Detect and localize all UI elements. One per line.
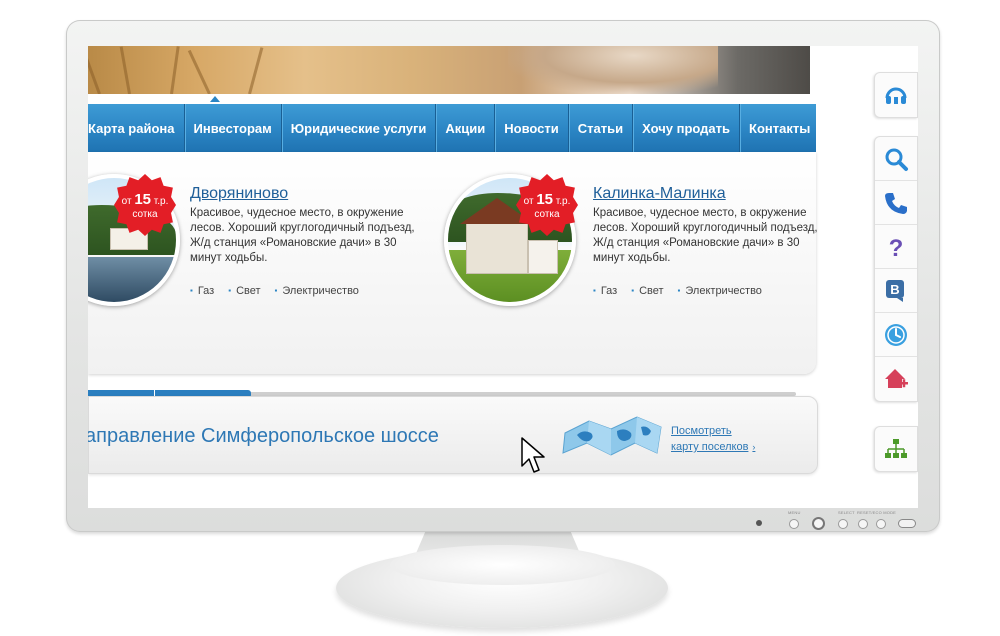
phone-icon <box>885 192 907 214</box>
nav-item-investors[interactable]: Инвесторам <box>185 104 282 152</box>
listing-title[interactable]: Дворяниново <box>190 185 288 203</box>
help-button[interactable]: ? <box>875 225 917 269</box>
header-banner-photo <box>88 46 810 95</box>
photo-house-wing <box>528 240 558 274</box>
nav-item-promotions[interactable]: Акции <box>436 104 496 152</box>
power-led <box>756 520 762 526</box>
listings-panel: от 15 т.р. сотка Дворяниново Красивое, ч… <box>88 152 818 398</box>
power-button[interactable] <box>898 519 916 528</box>
svg-text:B: B <box>890 282 899 297</box>
price-per: сотка <box>132 209 158 220</box>
mouse-cursor-icon <box>521 437 545 473</box>
vk-button[interactable]: B <box>875 269 917 313</box>
banner-person <box>508 46 718 94</box>
nav-active-pointer <box>210 96 220 102</box>
chevron-right-icon: › <box>752 442 756 452</box>
feature-electricity: Электричество <box>275 285 359 297</box>
price-value: 15 <box>536 191 553 208</box>
photo-house <box>466 222 528 274</box>
feature-light: Свет <box>228 285 260 297</box>
listing-description: Красивое, чудесное место, в окружение ле… <box>593 207 818 264</box>
price-prefix: от <box>523 196 534 207</box>
side-toolbar-main: ? B <box>874 136 918 402</box>
nav-tab-strip <box>88 94 298 104</box>
add-property-button[interactable] <box>875 357 917 401</box>
price-line: от 15 т.р. <box>516 191 578 208</box>
side-toolbar-bottom <box>874 426 918 472</box>
vk-icon: B <box>886 279 904 302</box>
monitor-button-4[interactable] <box>858 519 868 529</box>
price-per: сотка <box>534 209 560 220</box>
search-button[interactable] <box>875 137 917 181</box>
feature-gas: Газ <box>190 285 214 297</box>
clock-icon <box>885 323 907 346</box>
nav-item-contacts[interactable]: Контакты <box>740 104 819 152</box>
monitor-stand-top <box>390 545 615 585</box>
select-label: SELECT <box>838 510 855 515</box>
monitor-button-1[interactable] <box>789 519 799 529</box>
price-unit: т.р. <box>153 196 169 207</box>
stage: MENU SELECT RESET/ECO MODE Карта района … <box>0 0 1000 636</box>
monitor-button-3[interactable] <box>838 519 848 529</box>
price-value: 15 <box>134 191 151 208</box>
side-toolbar-top <box>874 72 918 118</box>
direction-bar: аправление Симферопольское шоссе Посмотр… <box>88 396 818 474</box>
price-unit: т.р. <box>555 196 571 207</box>
add-house-icon <box>885 369 908 388</box>
menu-label: MENU <box>788 510 801 515</box>
wheat-stalk <box>119 46 131 95</box>
photo-water <box>88 257 176 302</box>
question-icon: ? <box>889 235 904 260</box>
nav-item-news[interactable]: Новости <box>495 104 569 152</box>
listing-features: Газ Свет Электричество <box>593 285 762 297</box>
view-map-link-line2[interactable]: карту поселков <box>671 441 748 453</box>
wheat-stalk <box>88 48 101 95</box>
world-map-icon[interactable] <box>559 413 665 459</box>
phone-button[interactable] <box>875 181 917 225</box>
feature-gas: Газ <box>593 285 617 297</box>
sitemap-button[interactable] <box>875 427 917 471</box>
feature-electricity: Электричество <box>678 285 762 297</box>
view-map-link-line1[interactable]: Посмотреть <box>671 423 755 439</box>
price-prefix: от <box>121 196 132 207</box>
listing-title[interactable]: Калинка-Малинка <box>593 185 726 203</box>
nav-item-area-map[interactable]: Карта района <box>88 104 185 152</box>
screen: Карта района Инвесторам Юридические услу… <box>88 46 918 508</box>
reset-label: RESET/ECO MODE <box>857 510 897 515</box>
sitemap-icon <box>885 439 907 458</box>
scrollbar-tick <box>154 388 155 396</box>
wheat-stalk <box>187 49 211 95</box>
listing-description: Красивое, чудесное место, в окружение ле… <box>190 207 415 264</box>
view-map-link[interactable]: Посмотреть карту поселков › <box>671 423 755 455</box>
main-nav: Карта района Инвесторам Юридические услу… <box>88 104 816 152</box>
nav-item-legal[interactable]: Юридические услуги <box>282 104 437 152</box>
search-icon <box>885 148 908 171</box>
callback-button[interactable] <box>875 73 917 117</box>
direction-title: аправление Симферопольское шоссе <box>88 425 439 447</box>
monitor-button-2[interactable] <box>812 517 825 530</box>
wheat-stalk <box>248 47 264 95</box>
price-line: от 15 т.р. <box>114 191 176 208</box>
svg-text:?: ? <box>889 235 904 260</box>
feature-light: Свет <box>631 285 663 297</box>
listing-features: Газ Свет Электричество <box>190 285 359 297</box>
headset-icon <box>885 87 907 104</box>
nav-item-articles[interactable]: Статьи <box>569 104 634 152</box>
monitor-button-5[interactable] <box>876 519 886 529</box>
schedule-button[interactable] <box>875 313 917 357</box>
nav-item-sell[interactable]: Хочу продать <box>633 104 741 152</box>
wheat-stalk <box>170 46 180 95</box>
